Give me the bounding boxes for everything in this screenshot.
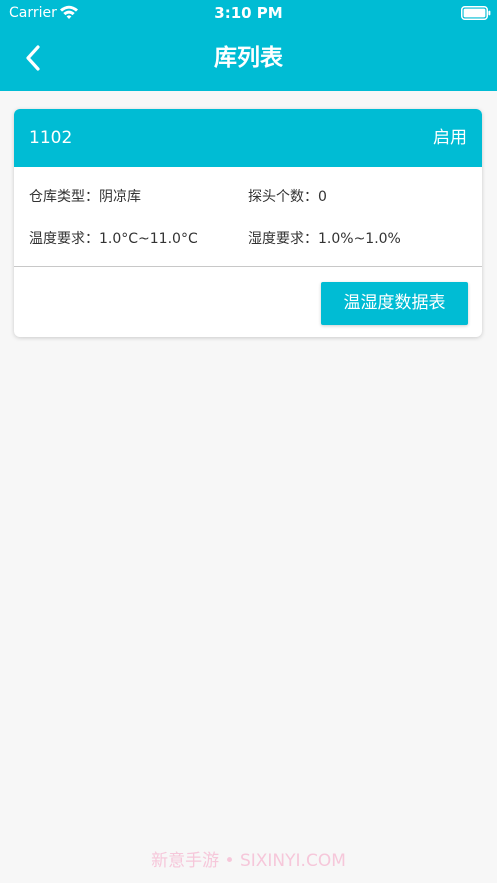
warehouse-card-header: 1102 启用 xyxy=(14,109,482,167)
warehouse-card: 1102 启用 仓库类型：阴凉库 探头个数：0 温度要求：1.0°C~11.0°… xyxy=(14,109,482,337)
warehouse-id: 1102 xyxy=(29,128,73,148)
card-divider xyxy=(14,266,482,267)
warehouse-type: 仓库类型：阴凉库 xyxy=(29,189,141,205)
humidity-data-table-button[interactable]: 温湿度数据表 xyxy=(321,282,468,325)
probe-count: 探头个数：0 xyxy=(248,189,327,205)
status-time: 3:10 PM xyxy=(214,4,283,22)
watermark: 新意手游 • SIXINYI.COM xyxy=(151,851,346,871)
humidity-requirement: 湿度要求：1.0%~1.0% xyxy=(248,231,401,247)
status-badge: 启用 xyxy=(433,128,467,148)
temperature-requirement: 温度要求：1.0°C~11.0°C xyxy=(29,231,198,247)
status-bar: Carrier 3:10 PM xyxy=(0,0,497,28)
app-header: Carrier 3:10 PM 库列表 xyxy=(0,0,497,91)
page-title: 库列表 xyxy=(214,45,283,71)
battery-icon xyxy=(461,6,491,20)
